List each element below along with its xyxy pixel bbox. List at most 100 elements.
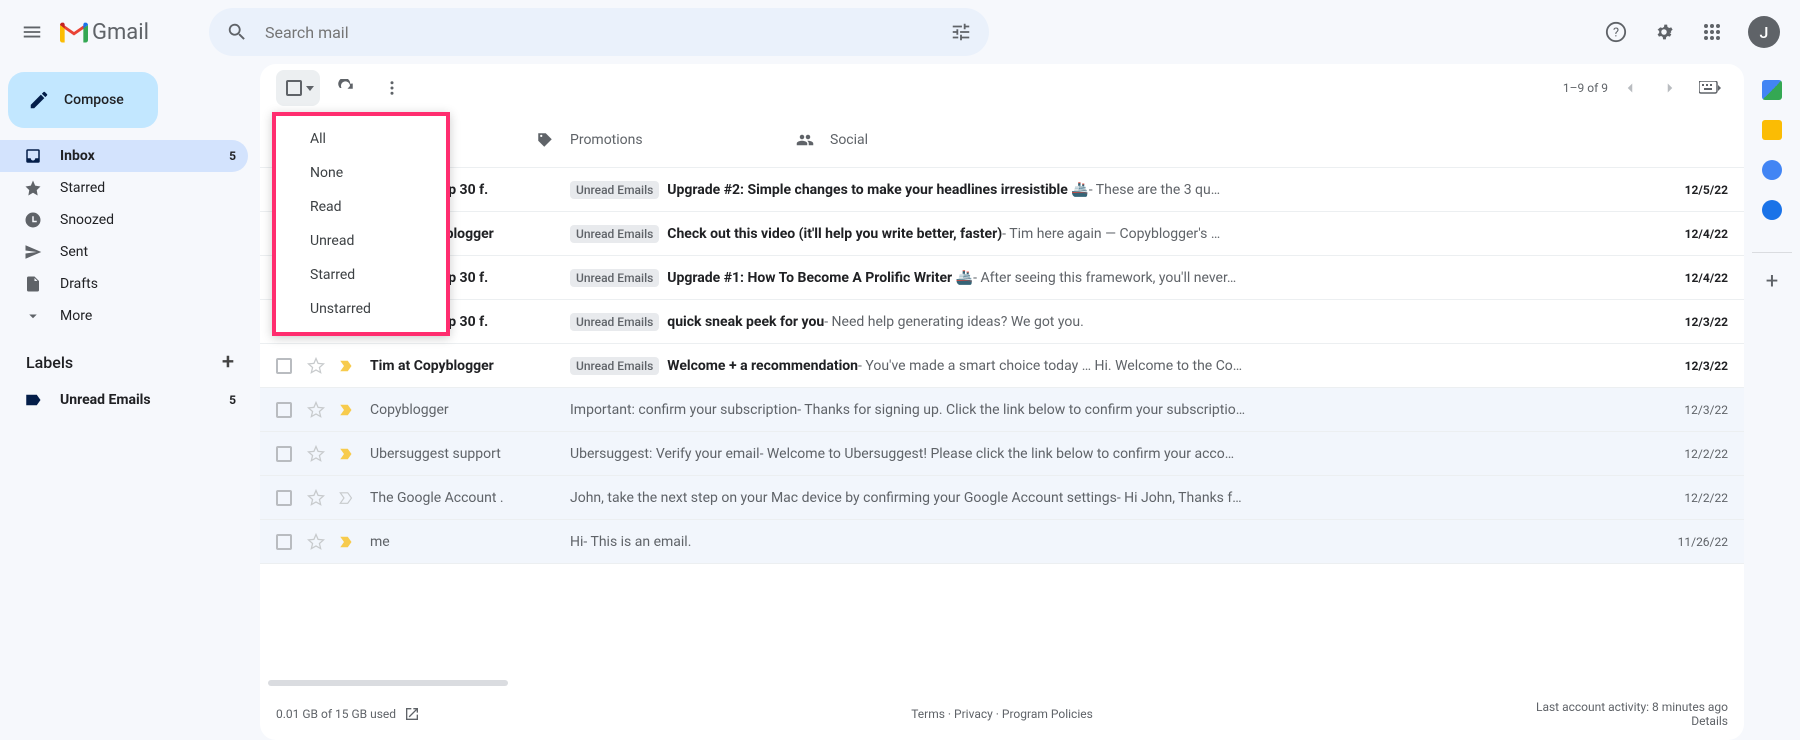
- date: 12/3/22: [1648, 403, 1728, 417]
- sender: The Google Account .: [370, 490, 570, 506]
- sender: Copyblogger: [370, 402, 570, 418]
- add-label-button[interactable]: +: [214, 348, 242, 376]
- nav-inbox[interactable]: Inbox5: [0, 140, 248, 172]
- keep-app-icon[interactable]: [1762, 120, 1782, 140]
- main-menu-button[interactable]: [8, 8, 56, 56]
- star-icon[interactable]: [306, 444, 326, 464]
- clock-icon: [24, 211, 42, 229]
- search-bar: [209, 8, 989, 56]
- nav-drafts[interactable]: Drafts: [0, 268, 248, 300]
- select-menu-all[interactable]: All: [276, 122, 446, 156]
- compose-label: Compose: [64, 92, 124, 108]
- important-marker-icon[interactable]: [338, 445, 356, 463]
- details-link[interactable]: Details: [1691, 714, 1728, 728]
- storage-link[interactable]: [404, 706, 420, 722]
- tab-social[interactable]: Social: [780, 112, 1040, 167]
- sender: me: [370, 534, 570, 550]
- side-panel: +: [1744, 64, 1800, 740]
- file-icon: [24, 275, 42, 293]
- select-menu-none[interactable]: None: [276, 156, 446, 190]
- toolbar: 1–9 of 9 AllNoneReadUnreadStarredUnstarr…: [260, 64, 1744, 112]
- star-icon[interactable]: [306, 356, 326, 376]
- nav-sent[interactable]: Sent: [0, 236, 248, 268]
- email-row[interactable]: Tim at Copyblogger Unread Emails Welcome…: [260, 344, 1744, 388]
- email-list: Dickie at Ship 30 f. Unread Emails Upgra…: [260, 168, 1744, 680]
- email-row[interactable]: Dickie at Ship 30 f. Unread Emails quick…: [260, 300, 1744, 344]
- newer-button[interactable]: [1612, 70, 1648, 106]
- email-row[interactable]: Tim at Copyblogger Unread Emails Check o…: [260, 212, 1744, 256]
- star-icon[interactable]: [306, 532, 326, 552]
- row-checkbox[interactable]: [276, 534, 292, 550]
- date: 12/2/22: [1648, 447, 1728, 461]
- input-tools-button[interactable]: [1692, 70, 1728, 106]
- chev-icon: [24, 307, 42, 325]
- select-menu-starred[interactable]: Starred: [276, 258, 446, 292]
- subject: Ubersuggest: Verify your email: [570, 446, 760, 462]
- compose-button[interactable]: Compose: [8, 72, 158, 128]
- subject: Welcome + a recommendation: [667, 358, 858, 374]
- settings-button[interactable]: [1644, 12, 1684, 52]
- horizontal-scrollbar[interactable]: [260, 680, 1744, 688]
- nav-starred[interactable]: Starred: [0, 172, 248, 204]
- email-row[interactable]: Ubersuggest support Ubersuggest: Verify …: [260, 432, 1744, 476]
- star-icon[interactable]: [306, 488, 326, 508]
- label-icon: [24, 391, 42, 409]
- important-marker-icon[interactable]: [338, 357, 356, 375]
- row-checkbox[interactable]: [276, 490, 292, 506]
- snippet: - Hi John, Thanks f…: [1117, 490, 1242, 506]
- nav-more[interactable]: More: [0, 300, 248, 332]
- important-marker-icon[interactable]: [338, 533, 356, 551]
- label-chip: Unread Emails: [570, 269, 659, 287]
- nav-snoozed[interactable]: Snoozed: [0, 204, 248, 236]
- calendar-app-icon[interactable]: [1762, 80, 1782, 100]
- search-button[interactable]: [217, 12, 257, 52]
- select-all-checkbox[interactable]: [286, 80, 302, 96]
- email-row[interactable]: me Hi - This is an email. 11/26/22: [260, 520, 1744, 564]
- gmail-logo[interactable]: Gmail: [60, 20, 149, 45]
- row-checkbox[interactable]: [276, 358, 292, 374]
- label-item[interactable]: Unread Emails5: [0, 384, 248, 416]
- star-icon: [24, 179, 42, 197]
- select-menu-read[interactable]: Read: [276, 190, 446, 224]
- apps-button[interactable]: [1692, 12, 1732, 52]
- select-menu-unread[interactable]: Unread: [276, 224, 446, 258]
- category-tabs: PrimaryPromotionsSocial: [260, 112, 1744, 168]
- support-button[interactable]: ?: [1596, 12, 1636, 52]
- terms-link[interactable]: Terms: [911, 707, 945, 721]
- snippet: - Need help generating ideas? We got you…: [824, 314, 1084, 330]
- snippet: - Welcome to Ubersuggest! Please click t…: [760, 446, 1235, 462]
- subject: Check out this video (it'll help you wri…: [667, 226, 1002, 242]
- row-checkbox[interactable]: [276, 402, 292, 418]
- date: 12/3/22: [1648, 359, 1728, 373]
- more-button[interactable]: [372, 68, 412, 108]
- email-row[interactable]: The Google Account . John, take the next…: [260, 476, 1744, 520]
- logo-text: Gmail: [92, 20, 149, 45]
- star-icon[interactable]: [306, 400, 326, 420]
- sender: Ubersuggest support: [370, 446, 570, 462]
- date: 12/4/22: [1648, 227, 1728, 241]
- email-row[interactable]: Dickie at Ship 30 f. Unread Emails Upgra…: [260, 168, 1744, 212]
- select-all-dropdown[interactable]: [276, 70, 320, 106]
- page-count: 1–9 of 9: [1563, 81, 1608, 95]
- row-checkbox[interactable]: [276, 446, 292, 462]
- get-addons-button[interactable]: +: [1752, 252, 1792, 292]
- important-marker-icon[interactable]: [338, 401, 356, 419]
- older-button[interactable]: [1652, 70, 1688, 106]
- tab-promotions[interactable]: Promotions: [520, 112, 780, 167]
- date: 12/2/22: [1648, 491, 1728, 505]
- email-row[interactable]: Copyblogger Important: confirm your subs…: [260, 388, 1744, 432]
- contacts-app-icon[interactable]: [1762, 200, 1782, 220]
- date: 12/5/22: [1648, 183, 1728, 197]
- email-row[interactable]: Dickie at Ship 30 f. Unread Emails Upgra…: [260, 256, 1744, 300]
- select-menu-unstarred[interactable]: Unstarred: [276, 292, 446, 326]
- privacy-link[interactable]: Privacy: [954, 707, 993, 721]
- policies-link[interactable]: Program Policies: [1002, 707, 1093, 721]
- account-avatar[interactable]: J: [1748, 16, 1780, 48]
- search-options-button[interactable]: [941, 12, 981, 52]
- date: 12/4/22: [1648, 271, 1728, 285]
- tasks-app-icon[interactable]: [1762, 160, 1782, 180]
- refresh-button[interactable]: [326, 68, 366, 108]
- header: Gmail ? J: [0, 0, 1800, 64]
- important-marker-icon[interactable]: [338, 489, 356, 507]
- search-input[interactable]: [257, 23, 941, 42]
